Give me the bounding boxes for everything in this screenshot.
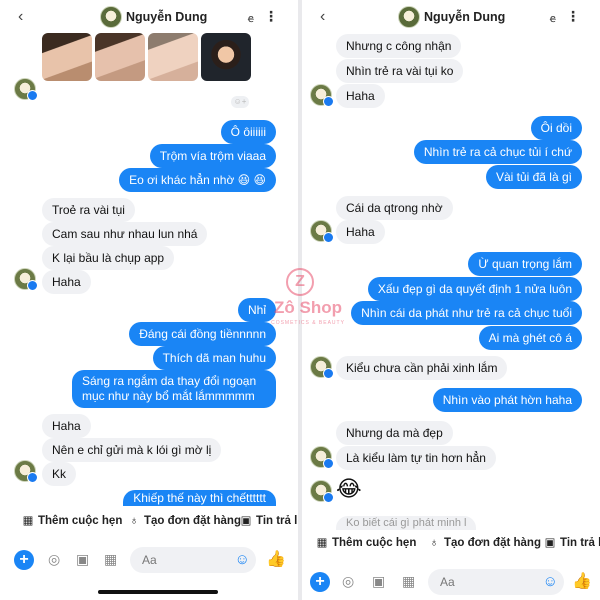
chat-panel-left: ‹ Nguyễn Dung ꬳ ⋮ ☺+ Ô ôiiiiii Trộm vía … bbox=[0, 0, 298, 600]
message-bubble-incoming[interactable]: Ko biết cái gì phát minh l bbox=[336, 516, 477, 530]
contact-name[interactable]: Nguyễn Dung bbox=[126, 10, 207, 24]
message-input[interactable]: Aa ☺ bbox=[130, 547, 256, 573]
message-bubble-outgoing[interactable]: Khiếp thế này thì chếtttttt bbox=[123, 490, 276, 506]
message-bubble-outgoing[interactable]: Ai mà ghét cô á bbox=[478, 326, 582, 350]
quick-reply-chip[interactable]: ▣ Tin trả l bbox=[240, 508, 298, 534]
gallery-icon[interactable]: ▣ bbox=[372, 573, 385, 590]
message-bubble-incoming[interactable]: K lại bầu là chụp app bbox=[42, 246, 175, 270]
contact-avatar[interactable] bbox=[14, 268, 38, 291]
quick-actions-bar: ▦ Thêm cuộc hẹn ♁ Tạo đơn đặt hàng ▣ Tin tr… bbox=[0, 508, 298, 534]
chat-panel-right: ‹ Nguyễn Dung ꬳ ⋮ Nhưng c công nhận Nhìn… bbox=[302, 0, 600, 600]
message-input-placeholder: Aa bbox=[142, 553, 157, 567]
order-icon: ♁ bbox=[429, 537, 439, 549]
message-composer: + ◎ ▣ ▦ Aa ☺ 👍 bbox=[302, 566, 600, 600]
message-bubble-incoming[interactable]: Cái da qtrong nhờ bbox=[336, 196, 453, 220]
contact-avatar[interactable] bbox=[310, 84, 334, 107]
emoji-icon[interactable]: ☺ bbox=[543, 573, 558, 590]
calendar-icon: ▦ bbox=[22, 515, 34, 527]
contact-avatar[interactable] bbox=[14, 78, 38, 101]
calendar-icon: ▦ bbox=[316, 537, 328, 549]
message-bubble-incoming[interactable]: Nhưng c công nhận bbox=[336, 34, 462, 58]
add-reaction-icon[interactable]: ☺+ bbox=[231, 96, 249, 108]
contact-avatar[interactable] bbox=[310, 220, 334, 243]
home-indicator bbox=[98, 590, 218, 594]
plus-icon[interactable]: + bbox=[14, 550, 34, 570]
contact-avatar[interactable] bbox=[310, 446, 334, 469]
create-order-chip[interactable]: ♁ Tạo đơn đặt hàng bbox=[128, 508, 241, 534]
message-bubble-outgoing[interactable]: Ôi dồi bbox=[530, 116, 582, 140]
emoji-icon[interactable]: ☺ bbox=[235, 551, 250, 568]
call-icon[interactable]: ꬳ bbox=[550, 11, 556, 26]
more-options-icon[interactable]: ⋮ bbox=[566, 8, 580, 25]
message-bubble-incoming[interactable]: Nên e chỉ gửi mà k lói gì mờ lị bbox=[42, 438, 222, 462]
back-arrow-icon[interactable]: ‹ bbox=[320, 8, 325, 26]
contact-avatar[interactable] bbox=[310, 480, 334, 503]
message-bubble-outgoing[interactable]: Đáng cái đồng tiềnnnnn bbox=[129, 322, 276, 346]
contact-avatar[interactable] bbox=[398, 6, 420, 28]
message-bubble-outgoing[interactable]: Ừ quan trọng lắm bbox=[468, 252, 582, 276]
message-bubble-outgoing[interactable]: Thích dã man huhu bbox=[152, 346, 276, 370]
shared-photo[interactable] bbox=[42, 33, 92, 81]
quick-reply-chip[interactable]: ▣ Tin trả l bbox=[544, 530, 600, 556]
message-bubble-outgoing[interactable]: Xấu đẹp gì da quyết định 1 nửa luôn bbox=[367, 277, 582, 301]
shared-photo[interactable] bbox=[201, 33, 251, 81]
message-bubble-incoming[interactable]: Haha bbox=[336, 84, 385, 108]
message-bubble-incoming[interactable]: Haha bbox=[42, 270, 91, 294]
like-icon[interactable]: 👍 bbox=[572, 571, 592, 591]
message-bubble-incoming[interactable]: Nhưng da mà đẹp bbox=[336, 421, 453, 445]
shared-photo[interactable] bbox=[95, 33, 145, 81]
add-appointment-chip[interactable]: ▦ Thêm cuộc hẹn bbox=[316, 530, 417, 556]
back-arrow-icon[interactable]: ‹ bbox=[18, 8, 23, 26]
message-input[interactable]: Aa ☺ bbox=[428, 569, 564, 595]
message-bubble-incoming[interactable]: Troẻ ra vài tụi bbox=[42, 198, 135, 222]
message-bubble-outgoing[interactable]: Sáng ra ngắm da thay đổi ngoạn mục như n… bbox=[72, 370, 276, 408]
message-bubble-incoming[interactable]: Cam sau như nhau lun nhá bbox=[42, 222, 208, 246]
shared-photos bbox=[42, 33, 251, 81]
message-bubble-incoming[interactable]: Haha bbox=[336, 220, 385, 244]
create-order-chip[interactable]: ♁ Tạo đơn đặt hàng bbox=[428, 530, 541, 556]
message-input-placeholder: Aa bbox=[440, 575, 455, 589]
contact-avatar[interactable] bbox=[310, 356, 334, 379]
call-icon[interactable]: ꬳ bbox=[248, 11, 254, 26]
contact-avatar[interactable] bbox=[14, 460, 38, 483]
message-bubble-incoming[interactable]: Nhìn trẻ ra vài tụi ko bbox=[336, 59, 464, 83]
message-bubble-incoming[interactable]: Haha bbox=[42, 414, 91, 438]
message-bubble-outgoing[interactable]: Eo ơi khác hẳn nhờ 😆 😆 bbox=[119, 168, 276, 192]
message-bubble-outgoing[interactable]: Ô ôiiiiii bbox=[220, 120, 276, 144]
sticker-icon[interactable]: ▦ bbox=[402, 573, 415, 590]
plus-icon[interactable]: + bbox=[310, 572, 330, 592]
message-bubble-outgoing[interactable]: Nhìn vào phát hờn haha bbox=[432, 388, 582, 412]
reply-icon: ▣ bbox=[240, 515, 252, 527]
message-bubble-outgoing[interactable]: Nhìn trẻ ra cả chục tủi í chứ bbox=[413, 140, 582, 164]
message-bubble-outgoing[interactable]: Nhìn cái da phát như trẻ ra cả chục tuổi bbox=[351, 301, 582, 325]
chat-header: ‹ Nguyễn Dung ꬳ ⋮ bbox=[0, 0, 298, 36]
add-appointment-chip[interactable]: ▦ Thêm cuộc hẹn bbox=[22, 508, 123, 534]
contact-name[interactable]: Nguyễn Dung bbox=[424, 10, 505, 24]
gallery-icon[interactable]: ▣ bbox=[76, 551, 89, 568]
sticker-icon[interactable]: ▦ bbox=[104, 551, 117, 568]
camera-icon[interactable]: ◎ bbox=[48, 551, 60, 568]
quick-actions-bar: ▦ Thêm cuộc hẹn ♁ Tạo đơn đặt hàng ▣ Tin tr… bbox=[302, 530, 600, 556]
message-bubble-outgoing[interactable]: Vài tủi đã là gì bbox=[485, 165, 582, 189]
like-icon[interactable]: 👍 bbox=[266, 549, 286, 569]
emoji-message[interactable]: 😂 bbox=[336, 476, 362, 502]
message-composer: + ◎ ▣ ▦ Aa ☺ 👍 bbox=[0, 544, 298, 578]
message-bubble-outgoing[interactable]: Trộm vía trộm viaaa bbox=[149, 144, 276, 168]
message-bubble-incoming[interactable]: Kiểu chưa cần phải xinh lắm bbox=[336, 356, 508, 380]
camera-icon[interactable]: ◎ bbox=[342, 573, 354, 590]
contact-avatar[interactable] bbox=[100, 6, 122, 28]
message-bubble-incoming[interactable]: Kk bbox=[42, 462, 77, 486]
shared-photo[interactable] bbox=[148, 33, 198, 81]
order-icon: ♁ bbox=[129, 515, 139, 527]
message-bubble-incoming[interactable]: Là kiểu làm tự tin hơn hẳn bbox=[336, 446, 496, 470]
reply-icon: ▣ bbox=[544, 537, 556, 549]
more-options-icon[interactable]: ⋮ bbox=[264, 8, 278, 25]
chat-header: ‹ Nguyễn Dung ꬳ ⋮ bbox=[302, 0, 600, 36]
message-bubble-outgoing[interactable]: Nhỉ bbox=[237, 298, 276, 322]
